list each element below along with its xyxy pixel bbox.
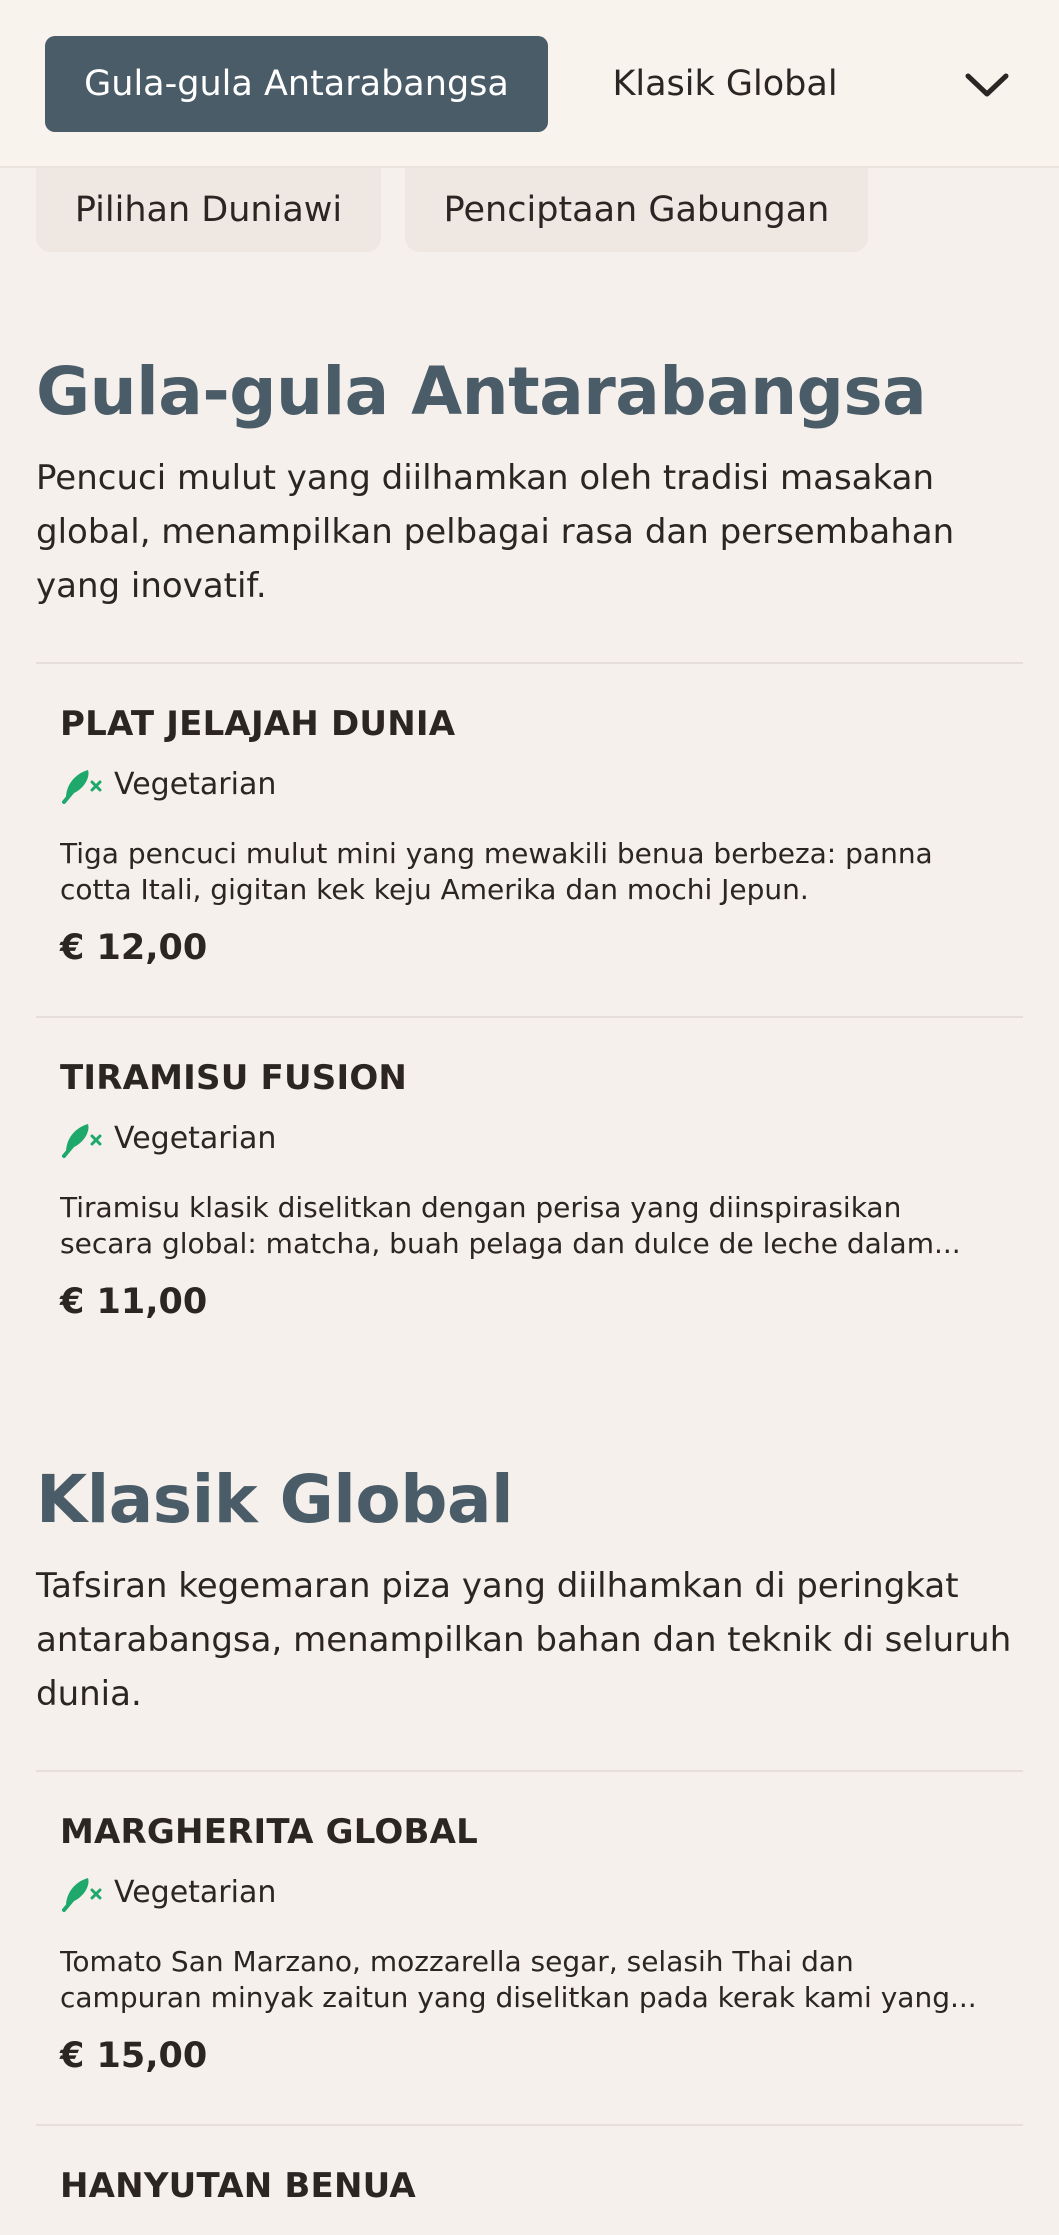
item-name: PLAT JELAJAH DUNIA <box>60 704 456 744</box>
tab-klasik-global[interactable]: Klasik Global <box>590 36 860 132</box>
chip-penciptaan-gabungan[interactable]: Penciptaan Gabungan <box>405 168 868 252</box>
category-chips: Pilihan Duniawi Penciptaan Gabungan <box>36 168 1036 252</box>
item-price: € 15,00 <box>60 2036 208 2076</box>
menu-item[interactable]: MARGHERITA GLOBAL Vegetarian Tomato San … <box>36 1770 1023 2124</box>
item-name: TIRAMISU FUSION <box>60 1058 408 1098</box>
tag-label: Vegetarian <box>114 1120 277 1156</box>
item-name: MARGHERITA GLOBAL <box>60 1812 479 1852</box>
item-description: Tomato San Marzano, mozzarella segar, se… <box>60 1945 977 2014</box>
menu-item[interactable]: TIRAMISU FUSION Vegetarian Tiramisu klas… <box>36 1016 1023 1370</box>
item-description: Tiga pencuci mulut mini yang mewakili be… <box>60 837 933 906</box>
chevron-down-icon[interactable] <box>962 60 1012 110</box>
section-title: Gula-gula Antarabangsa <box>36 353 927 430</box>
section-title: Klasik Global <box>36 1461 514 1538</box>
section-description: Pencuci mulut yang diilhamkan oleh tradi… <box>36 457 955 606</box>
vegetarian-icon <box>62 1124 102 1158</box>
vegetarian-icon <box>62 1878 102 1912</box>
section-klasik-global: Klasik Global Tafsiran kegemaran piza ya… <box>36 1461 1023 1721</box>
item-price: € 12,00 <box>60 928 208 968</box>
menu-item[interactable]: PLAT JELAJAH DUNIA Vegetarian Tiga pencu… <box>36 662 1023 1016</box>
item-tag: Vegetarian <box>60 1118 276 1158</box>
item-description: Tiramisu klasik diselitkan dengan perisa… <box>60 1191 961 1260</box>
menu-item[interactable]: HANYUTAN BENUA <box>36 2124 1023 2235</box>
item-price: € 11,00 <box>60 1282 208 1322</box>
item-tag: Vegetarian <box>60 1872 276 1912</box>
item-tag: Vegetarian <box>60 764 276 804</box>
tab-gula-gula-antarabangsa[interactable]: Gula-gula Antarabangsa <box>45 36 548 132</box>
category-nav: Gula-gula Antarabangsa Klasik Global <box>0 0 1059 168</box>
vegetarian-icon <box>62 770 102 804</box>
item-name: HANYUTAN BENUA <box>60 2166 416 2206</box>
section-gula-gula-antarabangsa: Gula-gula Antarabangsa Pencuci mulut yan… <box>36 353 1023 613</box>
tag-label: Vegetarian <box>114 1874 277 1910</box>
tag-label: Vegetarian <box>114 766 277 802</box>
chip-pilihan-duniawi[interactable]: Pilihan Duniawi <box>36 168 381 252</box>
section-description: Tafsiran kegemaran piza yang diilhamkan … <box>36 1565 1012 1714</box>
